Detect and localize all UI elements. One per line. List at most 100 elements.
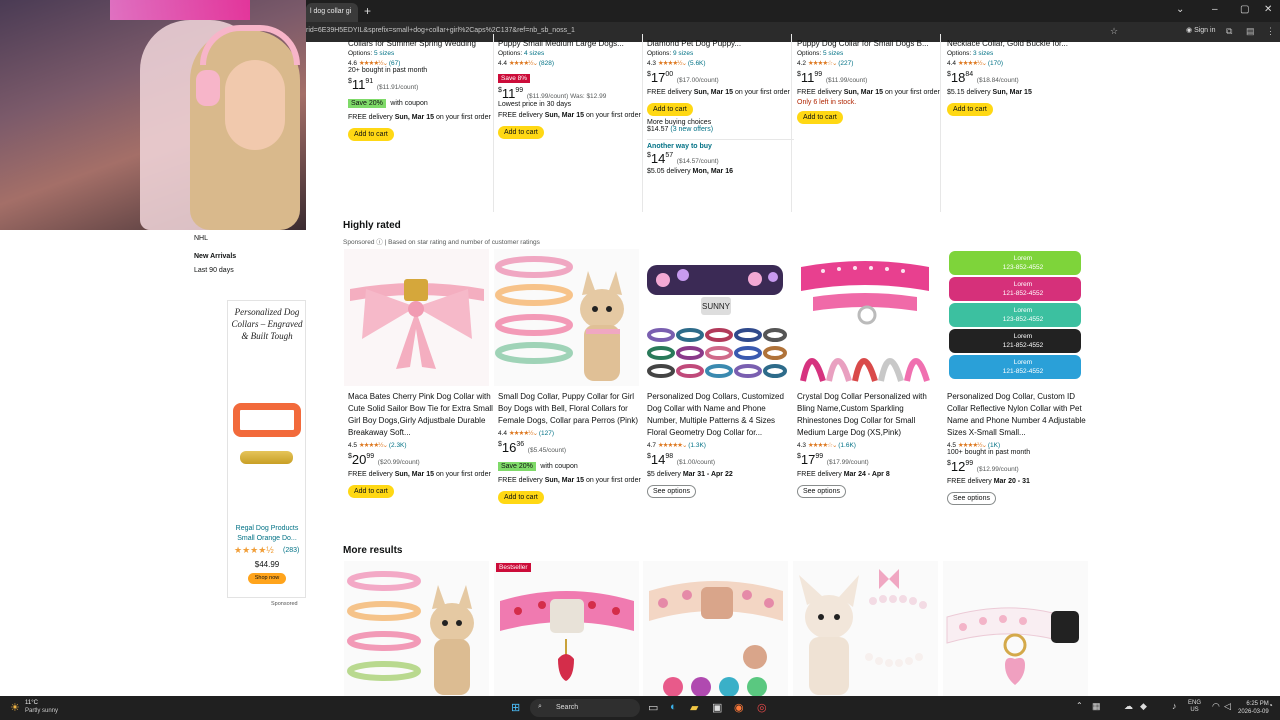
- rating-count[interactable]: (1.3K): [688, 442, 706, 449]
- star-rating-icon[interactable]: ★★★★½⌄: [509, 60, 538, 67]
- wifi-icon[interactable]: ◠: [1212, 701, 1220, 712]
- coupon-badge[interactable]: Save 20%: [348, 99, 386, 108]
- ad-title[interactable]: Personalized Dog Collars – Engraved & Bu…: [229, 306, 305, 342]
- rating-count[interactable]: (127): [539, 430, 554, 437]
- add-to-cart-button[interactable]: Add to cart: [348, 485, 394, 498]
- taskbar-clock[interactable]: 6:25 PM 2026-03-09: [1238, 700, 1269, 716]
- menu-icon[interactable]: ⋮: [1266, 26, 1275, 37]
- cloud-icon[interactable]: ☁: [1124, 701, 1133, 712]
- star-rating-icon[interactable]: ★★★★☆⌄: [808, 60, 838, 67]
- weather-temperature[interactable]: 11°C: [25, 700, 38, 706]
- firefox-icon[interactable]: ◉: [734, 701, 744, 714]
- store-icon[interactable]: ▣: [712, 701, 722, 714]
- add-to-cart-button[interactable]: Add to cart: [498, 491, 544, 504]
- product-title[interactable]: Diamond Pet Dog Puppy...: [647, 38, 794, 50]
- product-title[interactable]: Collars for Summer Spring Wedding: [348, 38, 495, 50]
- bookmark-star-icon[interactable]: ☆: [1110, 26, 1118, 37]
- star-rating-icon[interactable]: ★★★★½⌄: [658, 60, 687, 67]
- edge-browser-icon[interactable]: ◐: [670, 701, 677, 713]
- product-image[interactable]: [943, 561, 1088, 696]
- ad-collar-image[interactable]: [233, 403, 301, 437]
- product-image[interactable]: [344, 249, 489, 386]
- rating-count[interactable]: (227): [838, 60, 853, 67]
- product-title[interactable]: Puppy Dog Collar for Small Dogs B...: [797, 38, 944, 50]
- rating-count[interactable]: (1K): [988, 442, 1000, 449]
- product-title[interactable]: Personalized Dog Collar, Custom ID Colla…: [947, 391, 1094, 439]
- rating-count[interactable]: (1.6K): [838, 442, 856, 449]
- see-options-button[interactable]: See options: [947, 492, 996, 505]
- new-offers-link[interactable]: (3 new offers): [670, 126, 713, 133]
- product-title[interactable]: Maca Bates Cherry Pink Dog Collar with C…: [348, 391, 495, 439]
- product-title[interactable]: Necklace Collar, Gold Buckle for...: [947, 38, 1094, 50]
- weather-description[interactable]: Partly sunny: [25, 708, 58, 714]
- add-to-cart-button[interactable]: Add to cart: [647, 103, 693, 116]
- tray-app-icon[interactable]: ▦: [1092, 701, 1101, 712]
- tab-list-icon[interactable]: ⌄: [1176, 4, 1184, 15]
- another-way-to-buy[interactable]: Another way to buy: [647, 139, 794, 150]
- app-icon[interactable]: ◎: [757, 701, 767, 714]
- star-rating-icon[interactable]: ★★★★★⌄: [658, 442, 688, 449]
- ad-brand-link[interactable]: Regal Dog Products Small Orange Do...: [229, 524, 305, 544]
- filter-last-90-days[interactable]: Last 90 days: [194, 267, 234, 274]
- product-title[interactable]: Crystal Dog Collar Personalized with Bli…: [797, 391, 944, 439]
- sponsored-label[interactable]: Sponsored: [343, 239, 374, 246]
- product-image[interactable]: [793, 249, 938, 386]
- windows-start-icon[interactable]: ⊞: [511, 701, 520, 714]
- see-options-button[interactable]: See options: [647, 485, 696, 498]
- rating-count[interactable]: (5.6K): [688, 60, 706, 67]
- product-image[interactable]: [643, 561, 788, 696]
- product-image[interactable]: Bestseller: [494, 561, 639, 696]
- product-image[interactable]: Lorem 123-852-4552 Lorem 121-852-4552 Lore…: [943, 249, 1088, 386]
- star-rating-icon[interactable]: ★★★★½⌄: [509, 430, 538, 437]
- rating-count[interactable]: (67): [389, 60, 401, 67]
- star-rating-icon[interactable]: ★★★★½⌄: [359, 442, 388, 449]
- volume-icon[interactable]: ◁: [1224, 701, 1231, 712]
- info-icon[interactable]: ⓘ: [376, 239, 383, 246]
- product-title[interactable]: Puppy Small Medium Large Dogs...: [498, 38, 645, 50]
- options-value[interactable]: 4 sizes: [524, 50, 544, 57]
- task-view-icon[interactable]: ▭: [648, 701, 658, 714]
- options-value[interactable]: 5 sizes: [374, 50, 394, 57]
- mic-icon[interactable]: ♪: [1172, 701, 1177, 711]
- add-to-cart-button[interactable]: Add to cart: [498, 126, 544, 139]
- downloads-icon[interactable]: ▤: [1246, 26, 1255, 37]
- ad-shop-now-button[interactable]: Shop now: [248, 573, 286, 584]
- options-value[interactable]: 9 sizes: [673, 50, 693, 57]
- rating-count[interactable]: (2.3K): [389, 442, 407, 449]
- coupon-badge[interactable]: Save 20%: [498, 462, 536, 471]
- browser-tab-active[interactable]: l dog collar gi: [306, 3, 358, 22]
- taskbar-search-field[interactable]: ⌕ Search: [530, 699, 640, 717]
- star-rating-icon[interactable]: ★★★★½⌄: [958, 60, 987, 67]
- filter-nhl[interactable]: NHL: [194, 235, 208, 242]
- product-image[interactable]: SUNNY: [643, 249, 788, 386]
- product-image[interactable]: [494, 249, 639, 386]
- new-tab-icon[interactable]: +: [364, 4, 371, 18]
- star-rating-icon[interactable]: ★★★★½⌄: [359, 60, 388, 67]
- rating-count[interactable]: (828): [539, 60, 554, 67]
- see-options-button[interactable]: See options: [797, 485, 846, 498]
- minimize-icon[interactable]: –: [1212, 4, 1218, 15]
- product-image[interactable]: [793, 561, 938, 696]
- rating-count[interactable]: (170): [988, 60, 1003, 67]
- star-rating-icon[interactable]: ★★★★½⌄: [958, 442, 987, 449]
- language-indicator[interactable]: ENG US: [1188, 700, 1201, 714]
- add-to-cart-button[interactable]: Add to cart: [348, 128, 394, 141]
- close-icon[interactable]: ✕: [1264, 4, 1272, 15]
- product-title[interactable]: Small Dog Collar, Puppy Collar for Girl …: [498, 391, 645, 427]
- browser-sign-in-button[interactable]: ◉ Sign in: [1186, 26, 1215, 34]
- product-image[interactable]: [344, 561, 489, 696]
- notification-icon[interactable]: ◔: [1268, 701, 1273, 710]
- url-text[interactable]: rid=6E39H5EDYIL&sprefix=small+dog+collar…: [306, 27, 575, 34]
- tray-app-icon[interactable]: ◆: [1140, 701, 1147, 712]
- add-to-cart-button[interactable]: Add to cart: [797, 111, 843, 124]
- ad-rating-count[interactable]: (283): [283, 547, 299, 554]
- weather-icon[interactable]: ☀: [10, 701, 20, 714]
- options-value[interactable]: 3 sizes: [973, 50, 993, 57]
- file-explorer-icon[interactable]: ▰: [690, 701, 698, 714]
- star-rating-icon[interactable]: ★★★★☆⌄: [808, 442, 838, 449]
- extensions-icon[interactable]: ⧉: [1226, 26, 1232, 37]
- options-value[interactable]: 5 sizes: [823, 50, 843, 57]
- tray-chevron-icon[interactable]: ⌃: [1076, 701, 1083, 710]
- maximize-icon[interactable]: ▢: [1240, 4, 1249, 15]
- add-to-cart-button[interactable]: Add to cart: [947, 103, 993, 116]
